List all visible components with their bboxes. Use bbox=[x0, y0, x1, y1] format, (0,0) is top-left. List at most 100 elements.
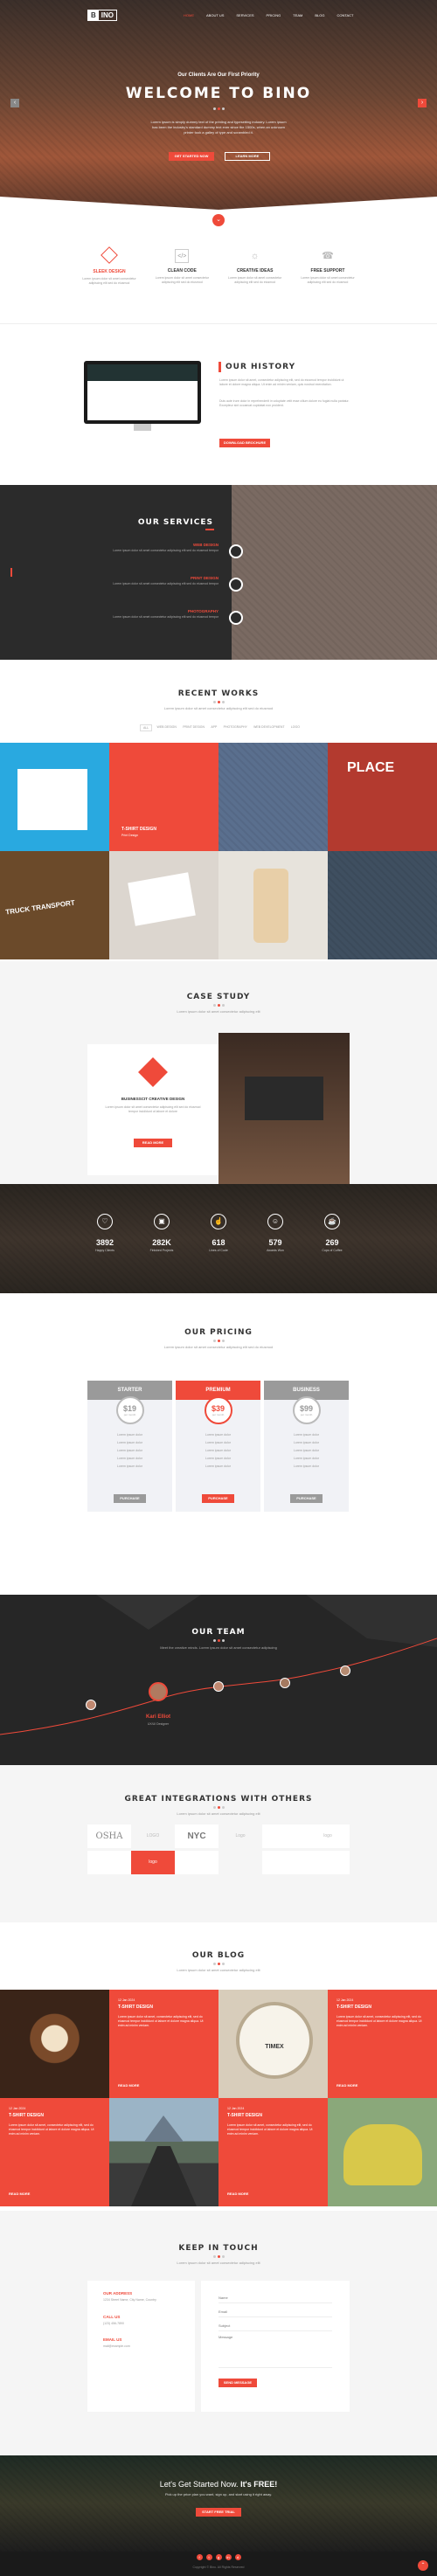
filter-photography[interactable]: PHOTOGRAPHY bbox=[222, 724, 249, 731]
avatar[interactable] bbox=[213, 1681, 224, 1692]
partner-logo[interactable]: LOGO bbox=[131, 1825, 175, 1848]
avatar[interactable] bbox=[86, 1700, 96, 1710]
start-free-trial-button[interactable]: START FREE TRIAL bbox=[196, 2508, 241, 2517]
blog-post-card[interactable]: 12 Jan 2024 T-SHIRT DESIGN Lorem ipsum d… bbox=[0, 2098, 109, 2206]
plan-feature: Lorem ipsum dolor bbox=[205, 1465, 231, 1468]
filter-logo[interactable]: LOGO bbox=[289, 724, 302, 731]
cta-title: Let's Get Started Now. It's FREE! bbox=[0, 2480, 437, 2489]
linkedin-icon[interactable]: in bbox=[225, 2554, 232, 2560]
read-more-link[interactable]: READ MORE bbox=[118, 2083, 139, 2088]
avatar-selected[interactable] bbox=[149, 1682, 168, 1701]
stat-item: ☕ 269 Cups of Coffee bbox=[310, 1214, 354, 1252]
stat-number: 282K bbox=[152, 1238, 171, 1247]
partner-logo[interactable] bbox=[218, 1851, 262, 1874]
subject-field[interactable] bbox=[218, 2321, 332, 2331]
thumbs-up-icon: ☝ bbox=[211, 1214, 226, 1229]
avatar[interactable] bbox=[280, 1678, 290, 1688]
hero-background bbox=[0, 0, 437, 210]
cta-background bbox=[0, 2455, 437, 2552]
nav-contact[interactable]: CONTACT bbox=[336, 13, 353, 17]
download-brochure-button[interactable]: DOWNLOAD BROCHURE bbox=[219, 439, 270, 447]
work-item-truck[interactable]: TRUCK TRANSPORT bbox=[0, 851, 109, 959]
partner-logo[interactable]: OSHA bbox=[87, 1825, 131, 1848]
cta-section: Let's Get Started Now. It's FREE! Pick u… bbox=[0, 2455, 437, 2552]
nav-blog[interactable]: BLOG bbox=[315, 13, 324, 17]
email-field[interactable] bbox=[218, 2307, 332, 2317]
nav-services[interactable]: SERVICES bbox=[236, 13, 253, 17]
lightbulb-icon: ☼ bbox=[250, 251, 260, 261]
read-more-link[interactable]: READ MORE bbox=[227, 2192, 248, 2196]
facebook-icon[interactable]: f bbox=[196, 2554, 203, 2560]
twitter-icon[interactable]: t bbox=[205, 2554, 212, 2560]
work-item-documents[interactable] bbox=[218, 743, 328, 851]
plan-feature: Lorem ipsum dolor bbox=[294, 1465, 319, 1468]
address-heading: OUR ADDRESS bbox=[103, 2291, 133, 2296]
learn-more-button[interactable]: LEARN MORE bbox=[225, 152, 270, 161]
filter-print-design[interactable]: PRINT DESIGN bbox=[181, 724, 206, 731]
pricing-title: OUR PRICING bbox=[184, 1328, 253, 1337]
work-item-place[interactable]: PLACE bbox=[328, 743, 437, 851]
filter-app[interactable]: APP bbox=[209, 724, 218, 731]
nav-pricing[interactable]: PRICING bbox=[267, 13, 281, 17]
nav-home[interactable]: HOME bbox=[184, 13, 194, 17]
purchase-button[interactable]: PURCHASE bbox=[202, 1494, 234, 1503]
coffee-icon: ☕ bbox=[324, 1214, 340, 1229]
case-title: CASE STUDY bbox=[186, 993, 251, 1001]
partner-logo[interactable] bbox=[306, 1851, 350, 1874]
purchase-button[interactable]: PURCHASE bbox=[114, 1494, 146, 1503]
read-more-link[interactable]: READ MORE bbox=[9, 2192, 30, 2196]
blog-post-card[interactable]: 12 Jan 2024 T-SHIRT DESIGN Lorem ipsum d… bbox=[218, 2098, 328, 2206]
avatar[interactable] bbox=[340, 1665, 350, 1676]
work-item-devices[interactable] bbox=[328, 851, 437, 959]
google-plus-icon[interactable]: g bbox=[215, 2554, 222, 2560]
pricing-sub: Lorem ipsum dolor sit amet consectetur a… bbox=[163, 1345, 274, 1349]
blog-post-card[interactable]: 12 Jan 2024 T-SHIRT DESIGN Lorem ipsum d… bbox=[328, 1990, 437, 2098]
filter-web-design[interactable]: WEB DESIGN bbox=[156, 724, 178, 731]
nav-team[interactable]: TEAM bbox=[293, 13, 302, 17]
send-message-button[interactable]: SEND MESSAGE bbox=[218, 2379, 257, 2387]
support-icon: ☎ bbox=[322, 251, 334, 261]
work-item-tshirt[interactable]: T-SHIRT DESIGN Print Design bbox=[109, 743, 218, 851]
partner-logo-active[interactable]: logo bbox=[131, 1851, 175, 1874]
back-to-top-button[interactable]: ⌃ bbox=[418, 2560, 428, 2571]
features-scroll-icon[interactable]: ⌄ bbox=[212, 214, 225, 226]
partner-logo[interactable]: NYC bbox=[175, 1825, 218, 1848]
team-title: OUR TEAM bbox=[191, 1628, 246, 1637]
case-read-more-button[interactable]: READ MORE bbox=[134, 1139, 172, 1147]
slider-prev-arrow[interactable]: ‹ bbox=[10, 99, 19, 107]
read-more-link[interactable]: READ MORE bbox=[336, 2083, 357, 2088]
message-field[interactable] bbox=[218, 2335, 332, 2368]
work-item-web[interactable] bbox=[0, 743, 109, 851]
filter-web-development[interactable]: WEB DEVELOPMENT bbox=[252, 724, 286, 731]
partner-logo[interactable] bbox=[262, 1851, 306, 1874]
stat-number: 579 bbox=[268, 1238, 282, 1247]
work-item-business-card[interactable] bbox=[109, 851, 218, 959]
partner-logo[interactable] bbox=[87, 1851, 131, 1874]
post-title: T-SHIRT DESIGN bbox=[9, 2113, 45, 2118]
slider-next-arrow[interactable]: › bbox=[418, 99, 427, 107]
stat-item: ▣ 282K Finished Projects bbox=[140, 1214, 184, 1252]
name-field[interactable] bbox=[218, 2293, 332, 2303]
nav-about[interactable]: ABOUT US bbox=[206, 13, 224, 17]
partner-logo[interactable]: Logo bbox=[218, 1825, 262, 1848]
partner-logo[interactable] bbox=[175, 1851, 218, 1874]
hero-section: B INO HOME ABOUT US SERVICES PRICING TEA… bbox=[0, 0, 437, 210]
services-accent bbox=[205, 529, 214, 530]
print-icon bbox=[229, 578, 243, 592]
plan-feature: Lorem ipsum dolor bbox=[205, 1449, 231, 1452]
dribbble-icon[interactable]: d bbox=[234, 2554, 241, 2560]
filter-all[interactable]: ALL bbox=[140, 724, 153, 731]
purchase-button[interactable]: PURCHASE bbox=[290, 1494, 323, 1503]
blog-post-card[interactable]: 12 Jan 2024 T-SHIRT DESIGN Lorem ipsum d… bbox=[109, 1990, 218, 2098]
feature-text: Lorem ipsum dolor sit amet consectetur a… bbox=[301, 276, 355, 284]
stat-item: ☝ 618 Lines of Code bbox=[197, 1214, 240, 1252]
partner-logo[interactable]: logo bbox=[306, 1825, 350, 1848]
service-text: Lorem ipsum dolor sit amet consectetur a… bbox=[113, 582, 218, 585]
plan-period: per month bbox=[123, 1413, 136, 1416]
contact-form-card: SEND MESSAGE bbox=[201, 2281, 350, 2412]
get-started-button[interactable]: GET STARTED NOW bbox=[169, 152, 214, 161]
work-item-phone[interactable] bbox=[218, 851, 328, 959]
plan-feature: Lorem ipsum dolor bbox=[205, 1441, 231, 1444]
logo[interactable]: B INO bbox=[87, 10, 118, 21]
partner-logo[interactable] bbox=[262, 1825, 306, 1848]
